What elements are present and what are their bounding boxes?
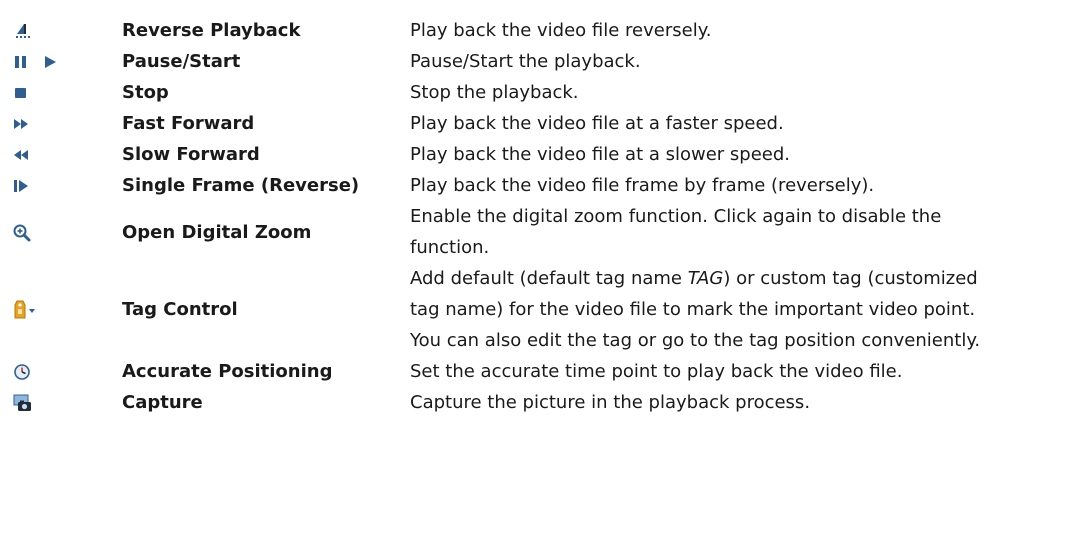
control-description: Add default (default tag name TAG) or cu… xyxy=(410,268,981,351)
table-row: Reverse Playback Play back the video fil… xyxy=(0,15,1088,46)
tag-dropdown-icon[interactable] xyxy=(12,299,38,321)
control-description: Play back the video file at a slower spe… xyxy=(410,144,791,165)
control-description: Enable the digital zoom function. Click … xyxy=(410,206,942,258)
control-name: Stop xyxy=(122,82,169,103)
control-name: Capture xyxy=(122,392,203,413)
control-description: Pause/Start the playback. xyxy=(410,51,641,72)
clock-position-icon[interactable] xyxy=(12,362,32,382)
play-icon[interactable] xyxy=(41,53,59,71)
table-row: Stop Stop the playback. xyxy=(0,77,1088,108)
fast-forward-icon[interactable] xyxy=(12,115,32,133)
control-name: Single Frame (Reverse) xyxy=(122,175,360,196)
control-description: Play back the video file frame by frame … xyxy=(410,175,875,196)
control-description: Set the accurate time point to play back… xyxy=(410,361,903,382)
control-name: Reverse Playback xyxy=(122,20,301,41)
slow-forward-icon[interactable] xyxy=(12,146,32,164)
table-row: Tag Control Add default (default tag nam… xyxy=(0,263,1088,356)
table-row: Slow Forward Play back the video file at… xyxy=(0,139,1088,170)
control-name: Open Digital Zoom xyxy=(122,221,312,243)
table-row: Capture Capture the picture in the playb… xyxy=(0,387,1088,418)
stop-icon[interactable] xyxy=(12,84,30,102)
control-name: Tag Control xyxy=(122,299,238,320)
table-row: Pause/Start Pause/Start the playback. xyxy=(0,46,1088,77)
control-description: Capture the picture in the playback proc… xyxy=(410,392,811,413)
reverse-playback-icon[interactable] xyxy=(12,21,32,41)
table-row: Accurate Positioning Set the accurate ti… xyxy=(0,356,1088,387)
pause-icon[interactable] xyxy=(12,53,30,71)
table-row: Fast Forward Play back the video file at… xyxy=(0,108,1088,139)
control-name: Pause/Start xyxy=(122,51,241,72)
table-row: Open Digital Zoom Enable the digital zoo… xyxy=(0,201,1088,263)
camera-capture-icon[interactable] xyxy=(12,393,34,413)
table-row: Single Frame (Reverse) Play back the vid… xyxy=(0,170,1088,201)
control-description: Play back the video file reversely. xyxy=(410,20,712,41)
control-description: Play back the video file at a faster spe… xyxy=(410,113,784,134)
control-name: Accurate Positioning xyxy=(122,361,333,382)
single-frame-icon[interactable] xyxy=(12,177,32,195)
control-name: Fast Forward xyxy=(122,113,255,134)
control-description: Stop the playback. xyxy=(410,82,579,103)
zoom-in-icon[interactable] xyxy=(12,223,32,243)
control-name: Slow Forward xyxy=(122,144,260,165)
